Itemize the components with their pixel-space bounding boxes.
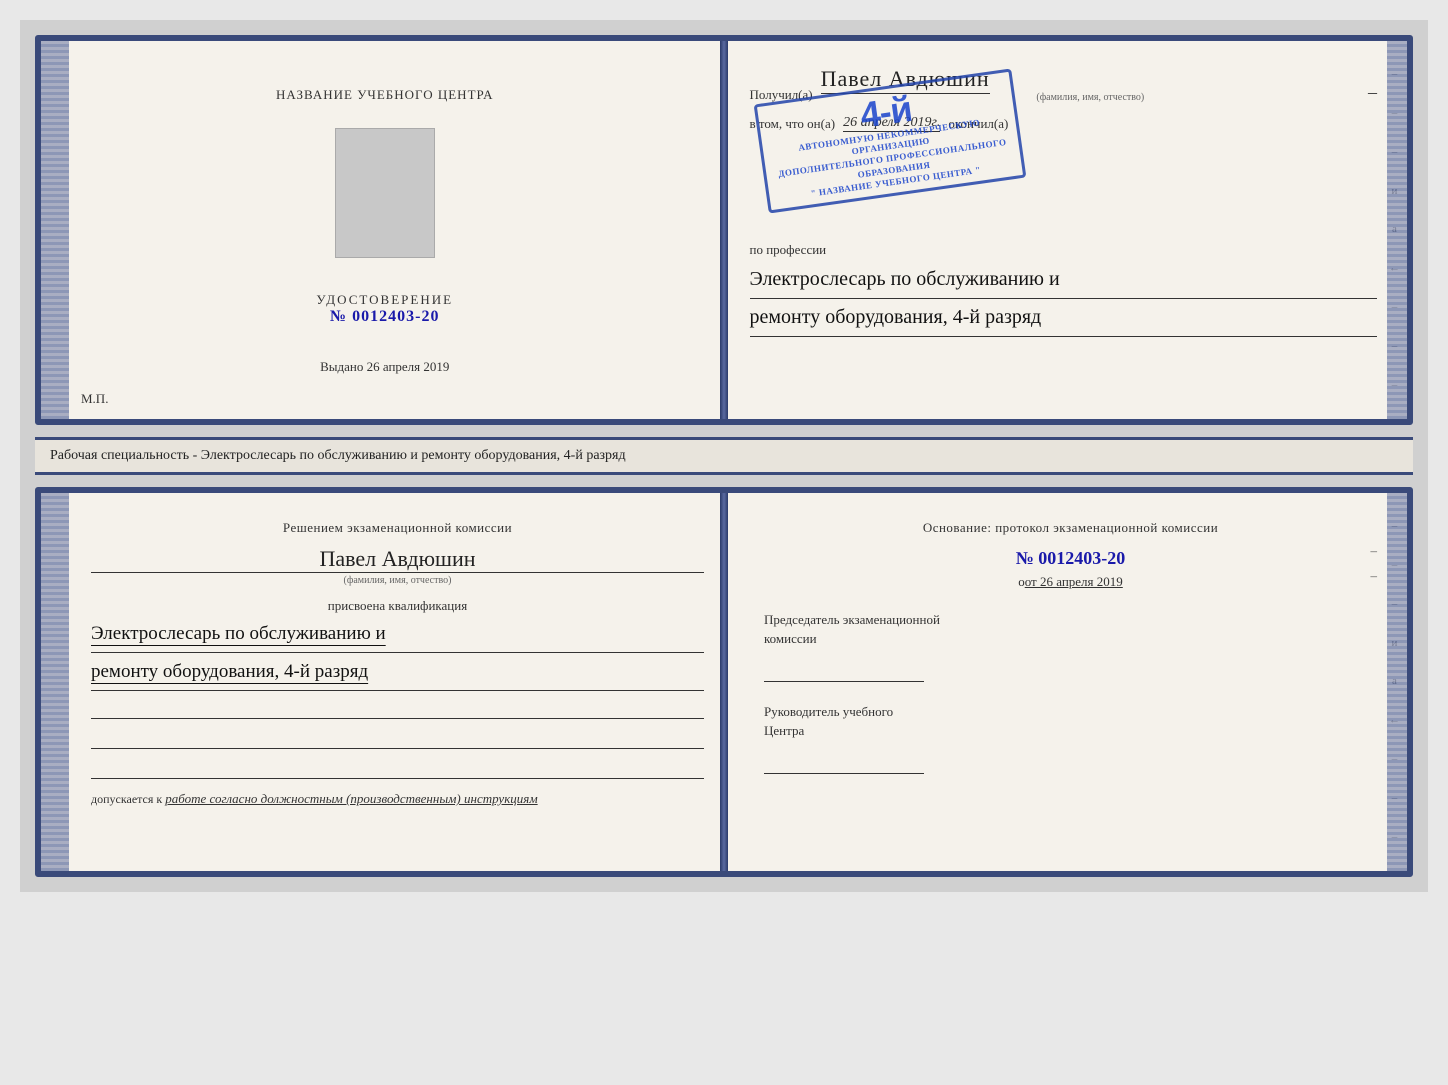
right-spine-decoration [1387, 41, 1407, 419]
udostoverenie-title: УДОСТОВЕРЕНИЕ [316, 292, 453, 308]
vydano-date: 26 апреля 2019 [367, 359, 450, 374]
page-wrapper: НАЗВАНИЕ УЧЕБНОГО ЦЕНТРА УДОСТОВЕРЕНИЕ №… [20, 20, 1428, 892]
dopuskaetsya-value: работе согласно должностным (производств… [165, 791, 537, 806]
profession-line1-top: Электрослесарь по обслуживанию и [750, 263, 1378, 299]
ot-underlined: от 26 апреля 2019 [1025, 574, 1123, 589]
vydano-label: Выдано [320, 359, 363, 374]
specialty-text-band: Рабочая специальность - Электрослесарь п… [35, 437, 1413, 475]
dash-right: – [1371, 543, 1378, 559]
dopuskaetsya-label: допускается к [91, 792, 162, 806]
blank-line-2 [91, 729, 704, 749]
predsedatel-block: Председатель экзаменационной комиссии [764, 610, 1377, 682]
rukovoditel-block: Руководитель учебного Центра [764, 702, 1377, 774]
dash-right2: – [1371, 568, 1378, 584]
prisvoena-label: присвоена квалификация [91, 598, 704, 614]
rukovoditel-line1: Руководитель учебного [764, 704, 893, 719]
predsedatel-signature-line [764, 657, 924, 682]
osnovanie-text: Основание: протокол экзаменационной коми… [764, 518, 1377, 538]
qual-line1: Электрослесарь по обслуживанию и [91, 619, 704, 653]
ot-date: оот 26 апреля 2019 [764, 574, 1377, 590]
photo-placeholder [335, 128, 435, 258]
bottom-right-panel: Основание: протокол экзаменационной коми… [734, 493, 1407, 871]
po-professii-label: по профессии [750, 242, 1378, 258]
blank-line-1 [91, 699, 704, 719]
specialty-label: Рабочая специальность - Электрослесарь п… [50, 448, 626, 463]
fio-label-bottom: (фамилия, имя, отчество) [91, 575, 704, 586]
resheniem-text: Решением экзаменационной комиссии [91, 518, 704, 538]
udostoverenie-number: № 0012403-20 [316, 308, 453, 326]
dash-top: – [1368, 82, 1377, 103]
vydano-line: Выдано 26 апреля 2019 [320, 359, 449, 375]
rukovoditel-line2: Центра [764, 723, 804, 738]
top-right-panel: Получил(a) Павел Авдюшин (фамилия, имя, … [730, 41, 1408, 419]
right-spine-decoration-bottom [1387, 493, 1407, 871]
top-left-panel: НАЗВАНИЕ УЧЕБНОГО ЦЕНТРА УДОСТОВЕРЕНИЕ №… [41, 41, 730, 419]
document-bottom: Решением экзаменационной комиссии Павел … [35, 487, 1413, 877]
blank-line-3 [91, 759, 704, 779]
dopuskaetsya-block: допускается к работе согласно должностны… [91, 791, 704, 807]
blank-lines-bottom [91, 699, 704, 779]
document-top: НАЗВАНИЕ УЧЕБНОГО ЦЕНТРА УДОСТОВЕРЕНИЕ №… [35, 35, 1413, 425]
predsedatel-line2: комиссии [764, 631, 817, 646]
recipient-name-bottom: Павел Авдюшин [91, 546, 704, 573]
qual-line2: ремонту оборудования, 4-й разряд [91, 657, 704, 691]
profession-block-top: по профессии Электрослесарь по обслужива… [750, 242, 1378, 337]
rukovoditel-signature-line [764, 749, 924, 774]
protocol-number: № 0012403-20 [764, 548, 1377, 569]
center-title: НАЗВАНИЕ УЧЕБНОГО ЦЕНТРА [276, 86, 493, 104]
mp-label: М.П. [81, 391, 108, 407]
predsedatel-line1: Председатель экзаменационной [764, 612, 940, 627]
udostoverenie-block: УДОСТОВЕРЕНИЕ № 0012403-20 [316, 292, 453, 326]
bottom-left-panel: Решением экзаменационной комиссии Павел … [41, 493, 734, 871]
profession-line2-top: ремонту оборудования, 4-й разряд [750, 301, 1378, 337]
